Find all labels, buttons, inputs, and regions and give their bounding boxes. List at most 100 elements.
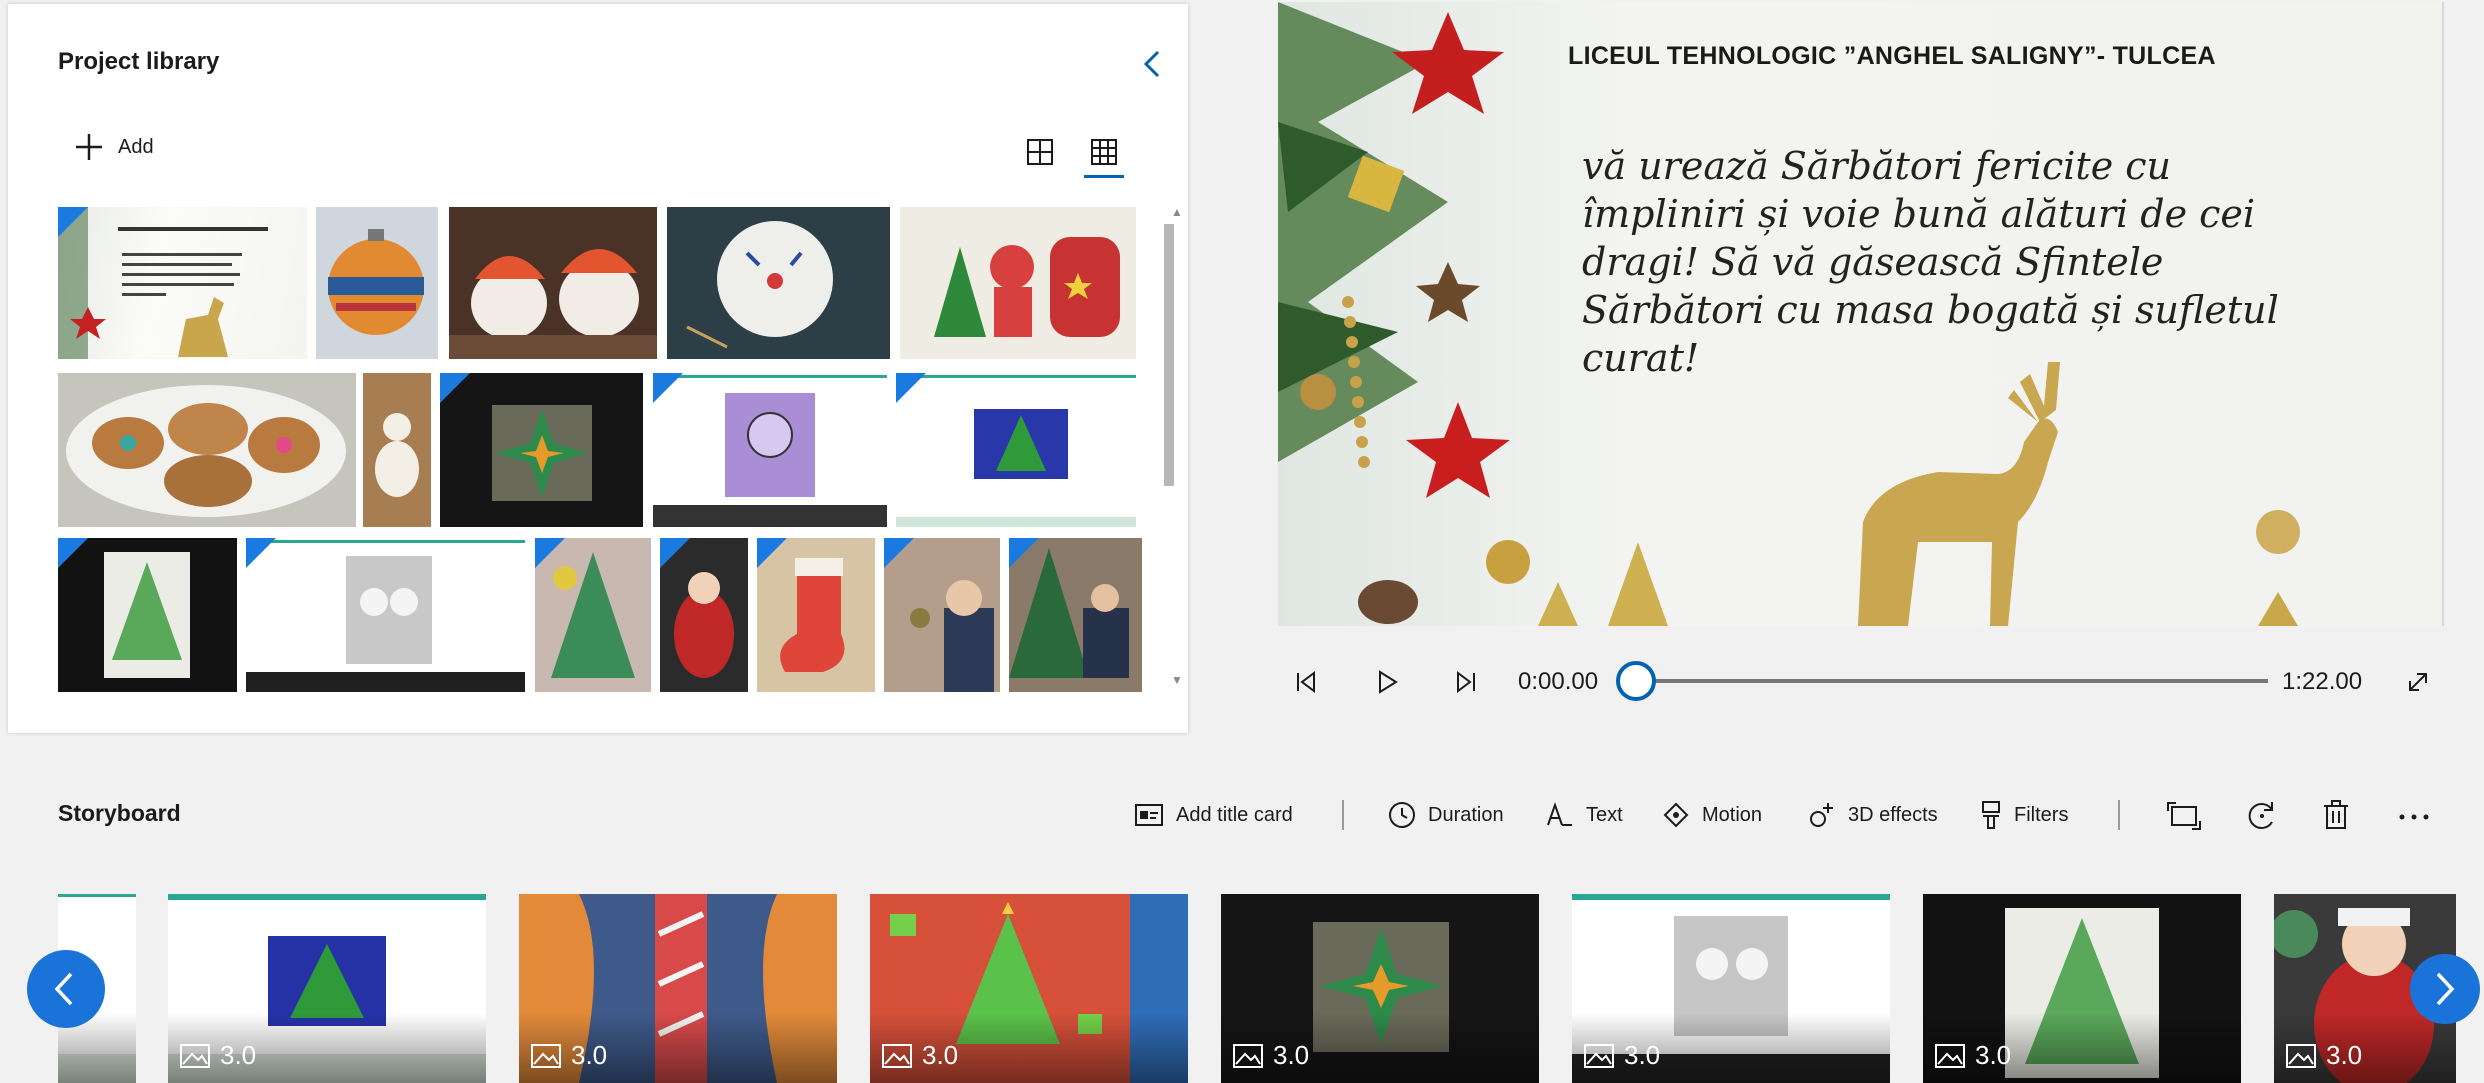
text-button[interactable]: Text xyxy=(1546,790,1623,840)
toolbar-divider xyxy=(1342,800,1344,830)
media-thumbnail[interactable] xyxy=(896,373,1136,527)
media-thumbnail[interactable] xyxy=(246,538,525,692)
resize-icon xyxy=(2167,802,2201,830)
scroll-right-button[interactable] xyxy=(2410,954,2480,1024)
image-icon xyxy=(1584,1043,1614,1068)
step-forward-icon xyxy=(1457,671,1475,693)
sparkle-3d-icon xyxy=(1810,803,1833,827)
storyboard-clip[interactable]: 3.0 xyxy=(1923,894,2241,1083)
storyboard-panel: Storyboard Add title card Duration Text xyxy=(0,770,2484,1083)
preview-right-edge xyxy=(2442,2,2444,626)
filters-label: Filters xyxy=(2014,803,2069,826)
clip-duration-value: 3.0 xyxy=(1273,1040,1310,1070)
seek-bar[interactable] xyxy=(1636,679,2268,683)
play-button[interactable] xyxy=(1368,664,1404,700)
3d-effects-label: 3D effects xyxy=(1848,803,1938,826)
storyboard-clip[interactable]: 3.0 xyxy=(1572,894,1890,1083)
media-grid xyxy=(8,4,1188,733)
media-thumbnail[interactable] xyxy=(1009,538,1142,692)
next-frame-button[interactable] xyxy=(1448,664,1484,700)
screenshot-snowmen-image xyxy=(246,540,525,692)
expand-icon xyxy=(2409,673,2427,691)
clip-duration-value: 3.0 xyxy=(1975,1040,2012,1070)
brush-icon xyxy=(1982,801,2000,829)
clip-duration-value: 3.0 xyxy=(2326,1040,2363,1070)
clip-duration: 3.0 xyxy=(882,1040,958,1071)
video-preview: LICEUL TEHNOLOGIC ”ANGHEL SALIGNY”- TULC… xyxy=(1278,2,2442,626)
image-icon xyxy=(531,1043,561,1068)
filters-button[interactable]: Filters xyxy=(1980,790,2068,840)
snowman-figure-image xyxy=(375,413,419,497)
image-icon xyxy=(2286,1043,2316,1068)
clip-duration: 3.0 xyxy=(1935,1040,2011,1071)
santa-drawing-image xyxy=(934,237,1120,337)
library-scrollbar-thumb[interactable] xyxy=(1164,224,1174,486)
motion-button[interactable]: Motion xyxy=(1662,790,1762,840)
media-thumbnail[interactable] xyxy=(653,373,887,527)
media-thumbnail[interactable] xyxy=(900,207,1136,359)
seek-handle[interactable] xyxy=(1616,661,1656,701)
cookies-image xyxy=(66,385,346,517)
clip-duration: 3.0 xyxy=(531,1040,607,1071)
storyboard-clip[interactable]: 3.0 xyxy=(168,894,486,1083)
title-card-icon xyxy=(1135,804,1163,826)
media-thumbnail[interactable] xyxy=(440,373,643,527)
storyboard-clip[interactable]: 3.0 xyxy=(519,894,837,1083)
clip-duration-value: 3.0 xyxy=(571,1040,608,1070)
add-title-card-label: Add title card xyxy=(1176,803,1293,826)
media-thumbnail[interactable] xyxy=(58,538,237,692)
media-thumbnail[interactable] xyxy=(884,538,1000,692)
media-thumbnail[interactable] xyxy=(757,538,875,692)
scroll-up-arrow[interactable]: ▲ xyxy=(1169,204,1185,220)
fullscreen-button[interactable] xyxy=(2400,664,2436,700)
scroll-down-arrow[interactable]: ▼ xyxy=(1169,672,1185,688)
previous-frame-button[interactable] xyxy=(1288,664,1324,700)
image-icon xyxy=(180,1043,210,1068)
image-icon xyxy=(882,1043,912,1068)
clip-duration: 3.0 xyxy=(2286,1040,2362,1071)
greeting-card-image xyxy=(58,207,268,359)
rotate-icon xyxy=(2248,802,2273,829)
duration-button[interactable]: Duration xyxy=(1388,790,1504,840)
clock-icon xyxy=(1389,802,1415,828)
storyboard-clip[interactable]: 3.0 xyxy=(1221,894,1539,1083)
media-thumbnail[interactable] xyxy=(316,207,438,359)
snowball-image xyxy=(686,221,833,349)
media-thumbnail[interactable] xyxy=(363,373,431,527)
more-options-button[interactable] xyxy=(2394,796,2434,836)
clip-duration: 3.0 xyxy=(180,1040,256,1071)
text-label: Text xyxy=(1586,803,1623,826)
add-title-card-button[interactable]: Add title card xyxy=(1134,790,1293,840)
rotate-button[interactable] xyxy=(2242,796,2282,836)
clip-duration-value: 3.0 xyxy=(922,1040,959,1070)
ellipsis-icon xyxy=(2399,814,2429,820)
preview-title-text: LICEUL TEHNOLOGIC ”ANGHEL SALIGNY”- TULC… xyxy=(1568,42,2216,70)
image-icon xyxy=(1935,1043,1965,1068)
chevron-right-icon xyxy=(2436,972,2455,1006)
play-icon xyxy=(1379,670,1398,694)
delete-button[interactable] xyxy=(2316,796,2356,836)
media-thumbnail[interactable] xyxy=(667,207,890,359)
clip-duration-value: 3.0 xyxy=(1624,1040,1661,1070)
trash-icon xyxy=(2324,800,2348,829)
screenshot-tree-image xyxy=(896,375,1136,527)
media-thumbnail[interactable] xyxy=(535,538,651,692)
media-thumbnail[interactable] xyxy=(58,207,307,359)
step-back-icon xyxy=(1297,671,1315,693)
current-time: 0:00.00 xyxy=(1518,668,1599,695)
star-ornament-image xyxy=(492,405,592,501)
ornament-image xyxy=(328,229,424,335)
media-thumbnail[interactable] xyxy=(58,373,356,527)
resize-button[interactable] xyxy=(2164,796,2204,836)
motion-icon xyxy=(1663,802,1689,828)
text-icon xyxy=(1547,801,1572,826)
3d-effects-button[interactable]: 3D effects xyxy=(1808,790,1938,840)
duration-label: Duration xyxy=(1428,803,1504,826)
total-time: 1:22.00 xyxy=(2282,668,2363,695)
screenshot-globe-image xyxy=(653,375,887,527)
scroll-left-button[interactable] xyxy=(27,950,105,1028)
storyboard-clip[interactable]: 3.0 xyxy=(870,894,1188,1083)
media-thumbnail[interactable] xyxy=(660,538,748,692)
clip-duration: 3.0 xyxy=(1584,1040,1660,1071)
media-thumbnail[interactable] xyxy=(449,207,657,359)
